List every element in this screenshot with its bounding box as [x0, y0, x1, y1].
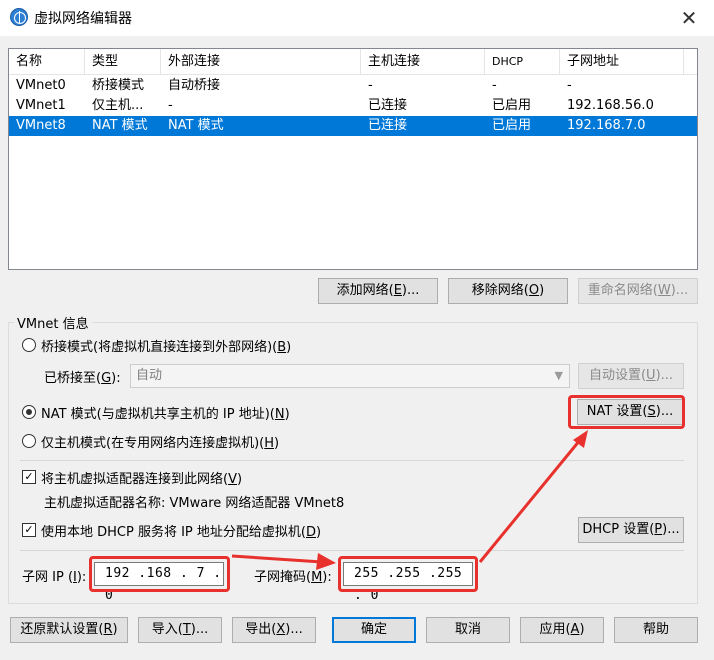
ok-button[interactable]: 确定: [332, 617, 416, 643]
help-button[interactable]: 帮助: [614, 617, 698, 643]
annotation-arrows: [231, 430, 588, 570]
restore-defaults-button[interactable]: 还原默认设置(R): [10, 617, 128, 643]
cancel-button[interactable]: 取消: [426, 617, 510, 643]
import-button[interactable]: 导入(T)...: [138, 617, 222, 643]
export-button[interactable]: 导出(X)...: [232, 617, 316, 643]
apply-button[interactable]: 应用(A): [520, 617, 604, 643]
